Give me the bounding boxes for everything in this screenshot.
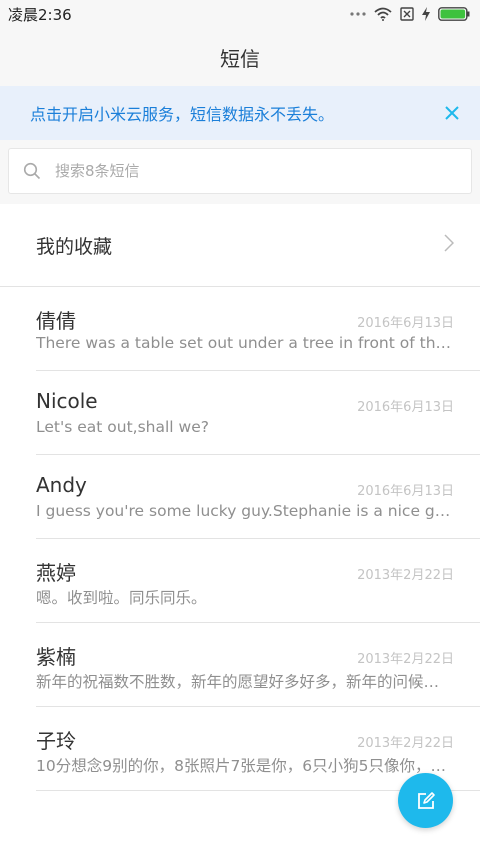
page-title: 短信 (220, 46, 260, 71)
conversation-row[interactable]: Andy 2016年6月13日 I guess you're some luck… (36, 455, 480, 539)
conversation-row[interactable]: 紫楠 2013年2月22日 新年的祝福数不胜数，新年的愿望好多好多，新年的问候送… (36, 623, 480, 707)
favorites-row[interactable]: 我的收藏 (0, 204, 480, 287)
conversation-row[interactable]: Nicole 2016年6月13日 Let's eat out,shall we… (36, 371, 480, 455)
contact-name: 子玲 (36, 729, 76, 753)
contact-name: Andy (36, 473, 87, 497)
conversation-list: 倩倩 2016年6月13日 There was a table set out … (0, 287, 480, 791)
charging-icon (422, 7, 430, 21)
chevron-right-icon (444, 234, 455, 256)
status-time: 凌晨2:36 (8, 5, 72, 24)
conversation-row[interactable]: 燕婷 2013年2月22日 嗯。收到啦。同乐同乐。 (36, 539, 480, 623)
search-input[interactable] (55, 162, 435, 180)
app-header: 短信 (0, 28, 480, 86)
search-box[interactable] (8, 148, 472, 194)
favorites-label: 我的收藏 (36, 235, 113, 258)
message-preview: Let's eat out,shall we? (36, 418, 209, 436)
message-date: 2016年6月13日 (357, 400, 454, 415)
compose-button[interactable] (398, 773, 453, 828)
conversation-row[interactable]: 倩倩 2016年6月13日 There was a table set out … (36, 287, 480, 371)
message-preview: There was a table set out under a tree i… (36, 334, 454, 352)
contact-name: 倩倩 (36, 309, 76, 333)
cloud-service-banner[interactable]: 点击开启小米云服务，短信数据永不丢失。 (0, 86, 480, 140)
message-date: 2016年6月13日 (357, 484, 454, 499)
search-icon (23, 162, 41, 180)
contact-name: Nicole (36, 389, 98, 413)
close-icon[interactable] (438, 99, 466, 127)
message-date: 2013年2月22日 (357, 652, 454, 667)
message-preview: 新年的祝福数不胜数，新年的愿望好多好多，新年的问候送给你 (36, 673, 454, 691)
signal-icon (350, 8, 366, 20)
contact-name: 燕婷 (36, 561, 76, 585)
wifi-icon (374, 7, 392, 21)
message-date: 2013年2月22日 (357, 736, 454, 751)
message-preview: 嗯。收到啦。同乐同乐。 (36, 589, 207, 607)
banner-text[interactable]: 点击开启小米云服务，短信数据永不丢失。 (30, 101, 334, 125)
compose-icon (416, 791, 436, 811)
contact-name: 紫楠 (36, 645, 76, 669)
status-icons (350, 7, 470, 21)
message-date: 2016年6月13日 (357, 316, 454, 331)
message-preview: 10分想念9别的你，8张照片7张是你，6只小狗5只像你，4季 (36, 757, 454, 775)
status-bar: 凌晨2:36 (0, 0, 480, 28)
search-bar (0, 140, 480, 204)
battery-icon (438, 7, 470, 21)
message-preview: I guess you're some lucky guy.Stephanie … (36, 502, 454, 520)
no-sim-icon (400, 7, 414, 21)
message-date: 2013年2月22日 (357, 568, 454, 583)
